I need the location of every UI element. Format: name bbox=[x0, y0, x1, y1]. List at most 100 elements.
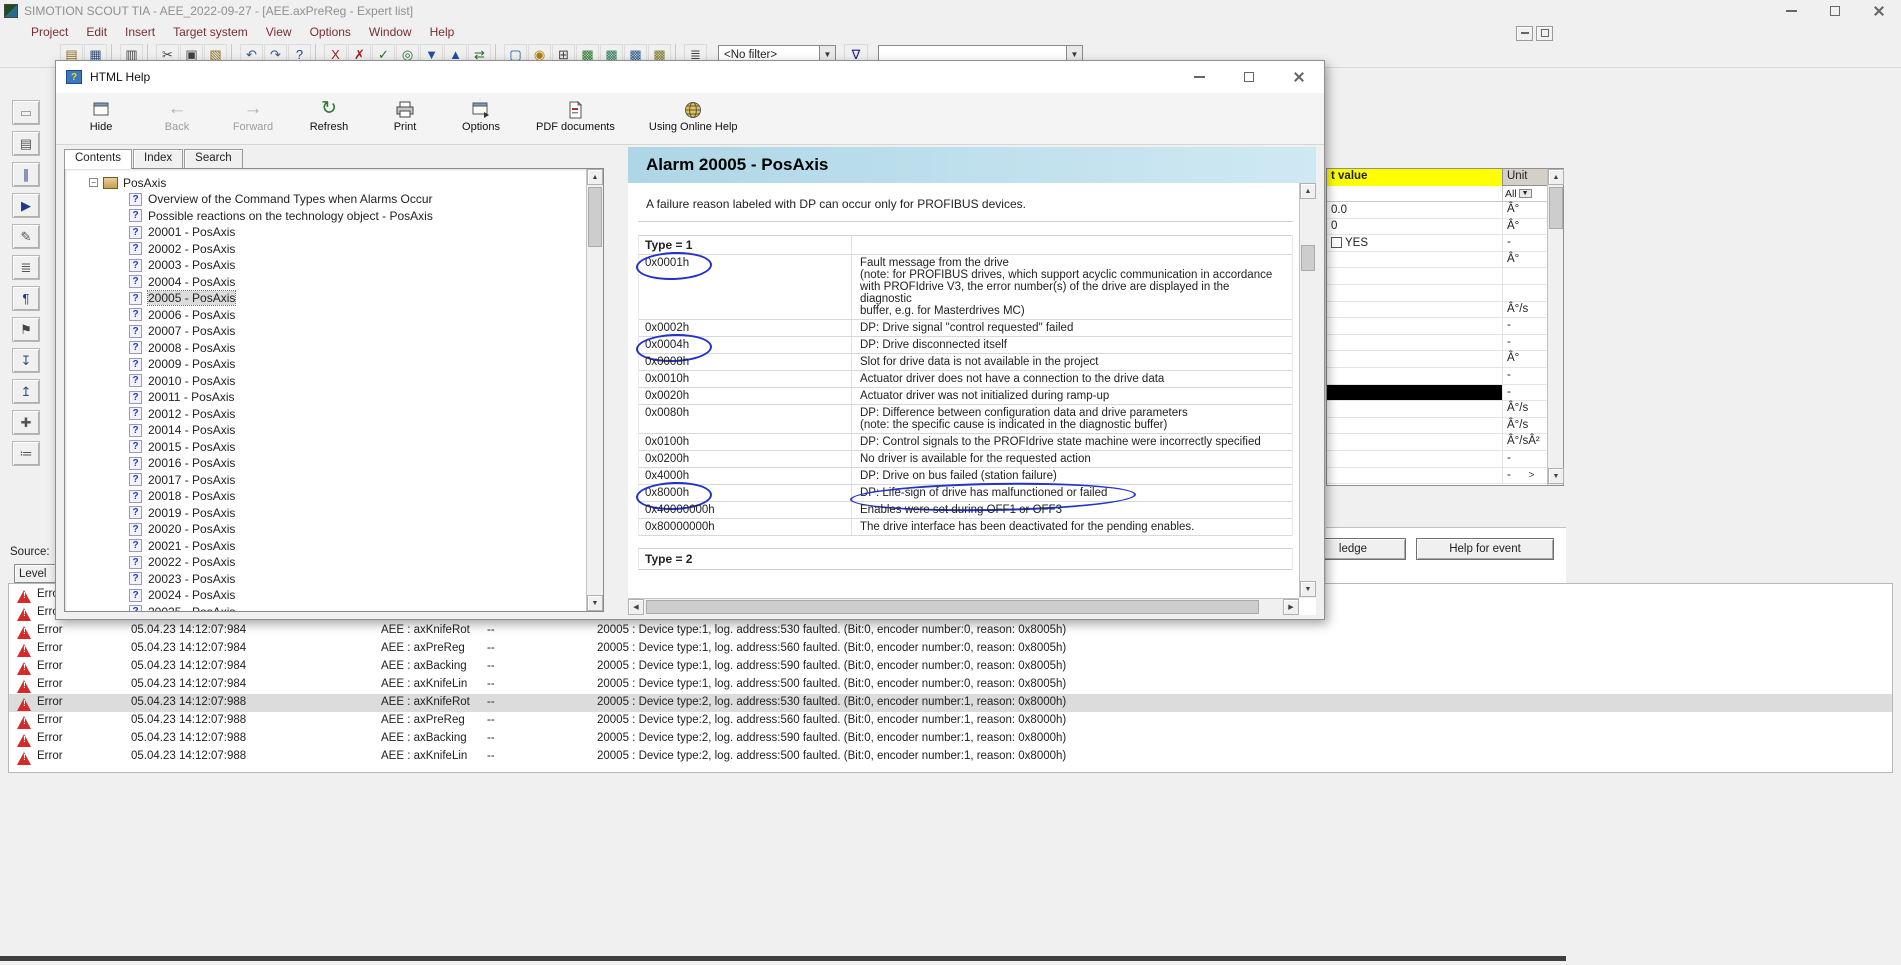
value-cell[interactable] bbox=[1327, 318, 1503, 334]
help-close-button[interactable] bbox=[1284, 66, 1314, 88]
value-cell[interactable] bbox=[1327, 401, 1503, 417]
tree-item[interactable]: ? 20016 - PosAxis bbox=[89, 455, 586, 472]
scroll-down-icon[interactable]: ▼ bbox=[1548, 468, 1564, 484]
value-cell[interactable] bbox=[1327, 385, 1503, 401]
menu-item[interactable]: Target system bbox=[164, 25, 257, 39]
toolbar-icon-button[interactable] bbox=[675, 44, 681, 62]
tree-scrollbar[interactable]: ▲ ▼ bbox=[586, 169, 603, 611]
level-column-header[interactable]: Level bbox=[14, 564, 58, 583]
value-cell[interactable]: 0.0 bbox=[1327, 202, 1503, 218]
help-tab[interactable]: Contents bbox=[64, 149, 132, 169]
expert-list-row[interactable]: Â° bbox=[1327, 252, 1563, 269]
scroll-down-icon[interactable]: ▼ bbox=[587, 595, 603, 611]
expert-list-row[interactable] bbox=[1327, 268, 1563, 285]
expert-list-row[interactable]: Â°/s bbox=[1327, 302, 1563, 319]
value-cell[interactable] bbox=[1327, 451, 1503, 467]
scrollbar-thumb[interactable] bbox=[646, 600, 1259, 614]
mdi-minimize-button[interactable] bbox=[1516, 26, 1533, 41]
scrollbar-thumb[interactable] bbox=[588, 187, 602, 247]
value-cell[interactable] bbox=[1327, 302, 1503, 318]
value-cell[interactable] bbox=[1327, 335, 1503, 351]
event-log-row[interactable]: ! Error 05.04.23 14:12:07:988 AEE : axKn… bbox=[9, 748, 1892, 766]
side-toolbar-button[interactable]: ≣ bbox=[12, 255, 40, 280]
side-toolbar-button[interactable]: ✚ bbox=[12, 410, 40, 435]
tree-item[interactable]: ? 20017 - PosAxis bbox=[89, 472, 586, 489]
value-column-header[interactable]: t value bbox=[1327, 169, 1503, 186]
collapse-icon[interactable]: − bbox=[89, 178, 98, 187]
chevron-down-icon[interactable]: ▼ bbox=[1519, 189, 1532, 198]
toolbar-icon-button[interactable] bbox=[231, 44, 237, 62]
scrollbar-thumb[interactable] bbox=[1301, 245, 1315, 271]
tree-item[interactable]: ? 20015 - PosAxis bbox=[89, 439, 586, 456]
tree-item[interactable]: ? 20018 - PosAxis bbox=[89, 488, 586, 505]
unit-filter-dropdown[interactable]: All ▼ bbox=[1503, 186, 1549, 201]
scroll-up-icon[interactable]: ▲ bbox=[1300, 183, 1316, 199]
tree-item[interactable]: ? 20001 - PosAxis bbox=[89, 224, 586, 241]
expert-list-row[interactable]: - bbox=[1327, 385, 1563, 402]
tree-item[interactable]: ? 20009 - PosAxis bbox=[89, 356, 586, 373]
toolbar-icon-button[interactable] bbox=[111, 44, 117, 62]
value-cell[interactable] bbox=[1327, 351, 1503, 367]
help-toolbar-button[interactable]: Options bbox=[460, 97, 502, 133]
value-filter-cell[interactable] bbox=[1327, 186, 1503, 201]
side-toolbar-button[interactable]: ↧ bbox=[12, 348, 40, 373]
tree-item[interactable]: ? 20004 - PosAxis bbox=[89, 274, 586, 291]
scroll-up-icon[interactable]: ▲ bbox=[587, 169, 603, 185]
side-toolbar-button[interactable]: ▭ bbox=[12, 100, 40, 125]
tree-item[interactable]: ? 20008 - PosAxis bbox=[89, 340, 586, 357]
help-for-event-button[interactable]: Help for event bbox=[1416, 538, 1554, 560]
menu-item[interactable]: Insert bbox=[116, 25, 164, 39]
help-dialog-titlebar[interactable]: ? HTML Help bbox=[56, 61, 1324, 93]
scroll-right-icon[interactable]: ▶ bbox=[1283, 599, 1299, 615]
menu-item[interactable]: Help bbox=[421, 25, 464, 39]
menu-item[interactable]: Options bbox=[301, 25, 360, 39]
event-log-row[interactable]: ! Error 05.04.23 14:12:07:984 AEE : axBa… bbox=[9, 658, 1892, 676]
menu-item[interactable]: Edit bbox=[77, 25, 116, 39]
event-log-row[interactable]: ! Error 05.04.23 14:12:07:984 AEE : axKn… bbox=[9, 676, 1892, 694]
help-toolbar-button[interactable]: ↻ Refresh bbox=[308, 97, 350, 133]
side-toolbar-button[interactable]: ⚑ bbox=[12, 317, 40, 342]
event-log-row[interactable]: ! Error 05.04.23 14:12:07:984 AEE : axPr… bbox=[9, 640, 1892, 658]
help-toolbar-button[interactable]: → Forward bbox=[232, 97, 274, 133]
content-vertical-scrollbar[interactable]: ▲ ▼ bbox=[1299, 183, 1316, 598]
side-toolbar-button[interactable]: ▤ bbox=[12, 131, 40, 156]
tree-item[interactable]: ? 20024 - PosAxis bbox=[89, 587, 586, 604]
value-cell[interactable] bbox=[1327, 368, 1503, 384]
help-toolbar-button[interactable]: Hide bbox=[80, 97, 122, 133]
help-toolbar-button[interactable]: ← Back bbox=[156, 97, 198, 133]
help-toolbar-button[interactable]: PDF documents bbox=[536, 97, 615, 133]
event-log-row[interactable]: ! Error 05.04.23 14:12:07:984 AEE : axKn… bbox=[9, 622, 1892, 640]
expert-list-row[interactable]: Â° bbox=[1327, 351, 1563, 368]
unit-column-header[interactable]: Unit bbox=[1503, 169, 1549, 186]
event-log-row[interactable]: ! Error 05.04.23 14:12:07:988 AEE : axKn… bbox=[9, 694, 1892, 712]
toolbar-icon-button[interactable] bbox=[495, 44, 501, 62]
tree-item[interactable]: ? 20007 - PosAxis bbox=[89, 323, 586, 340]
tree-item[interactable]: ? 20025 - PosAxis bbox=[89, 604, 586, 612]
tree-item[interactable]: ? 20014 - PosAxis bbox=[89, 422, 586, 439]
toolbar-icon-button[interactable] bbox=[315, 44, 321, 62]
tree-item[interactable]: ? Overview of the Command Types when Ala… bbox=[89, 191, 586, 208]
minimize-button[interactable] bbox=[1769, 0, 1813, 22]
side-toolbar-button[interactable]: ¶ bbox=[12, 286, 40, 311]
menu-item[interactable]: Window bbox=[360, 25, 421, 39]
event-log-row[interactable]: ! Error 05.04.23 14:12:07:988 AEE : axPr… bbox=[9, 712, 1892, 730]
help-toolbar-button[interactable]: Using Online Help bbox=[649, 97, 738, 133]
side-toolbar-button[interactable]: ✎ bbox=[12, 224, 40, 249]
expert-list-scrollbar[interactable]: ▲ ▼ bbox=[1547, 169, 1563, 485]
side-toolbar-button[interactable]: ↥ bbox=[12, 379, 40, 404]
event-log-row[interactable]: ! Error 05.04.23 14:12:07:988 AEE : axBa… bbox=[9, 730, 1892, 748]
expert-list-row[interactable]: 0.0 Â° bbox=[1327, 202, 1563, 219]
mdi-restore-button[interactable] bbox=[1536, 26, 1553, 41]
tree-item[interactable]: ? 20022 - PosAxis bbox=[89, 554, 586, 571]
scrollbar-thumb[interactable] bbox=[1549, 187, 1563, 229]
help-tab[interactable]: Search bbox=[184, 149, 242, 168]
side-toolbar-button[interactable]: ∥ bbox=[12, 162, 40, 187]
value-cell[interactable] bbox=[1327, 468, 1503, 484]
expert-list-row[interactable]: - bbox=[1327, 318, 1563, 335]
tree-item[interactable]: ? 20019 - PosAxis bbox=[89, 505, 586, 522]
expert-list-row[interactable]: Â°/sÂ² bbox=[1327, 434, 1563, 451]
value-cell[interactable] bbox=[1327, 418, 1503, 434]
value-cell[interactable]: YES bbox=[1327, 235, 1503, 251]
toolbar-icon-button[interactable] bbox=[147, 44, 153, 62]
expert-list-row[interactable]: Â°/s bbox=[1327, 401, 1563, 418]
